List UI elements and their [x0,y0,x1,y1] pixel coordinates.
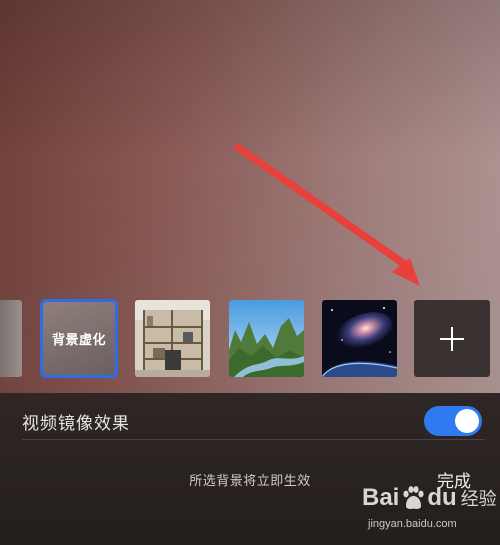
baidu-jingyan-watermark: Bai du 经验 jingyan.baidu.com [340,480,500,542]
logo-text-bai: Bai [362,484,400,511]
annotation-arrow [233,143,420,286]
watermark-url: jingyan.baidu.com [368,518,457,530]
paw-icon [403,486,424,509]
toggle-knob [455,409,479,433]
mirror-toggle[interactable] [424,406,482,436]
logo-text-jingyan: 经验 [460,489,497,509]
mirror-label: 视频镜像效果 [22,413,130,434]
baidu-logo: Bai du 经验 [362,484,497,512]
divider [22,439,485,440]
logo-text-du: du [427,484,457,511]
mirror-setting-row: 视频镜像效果 [22,406,482,436]
